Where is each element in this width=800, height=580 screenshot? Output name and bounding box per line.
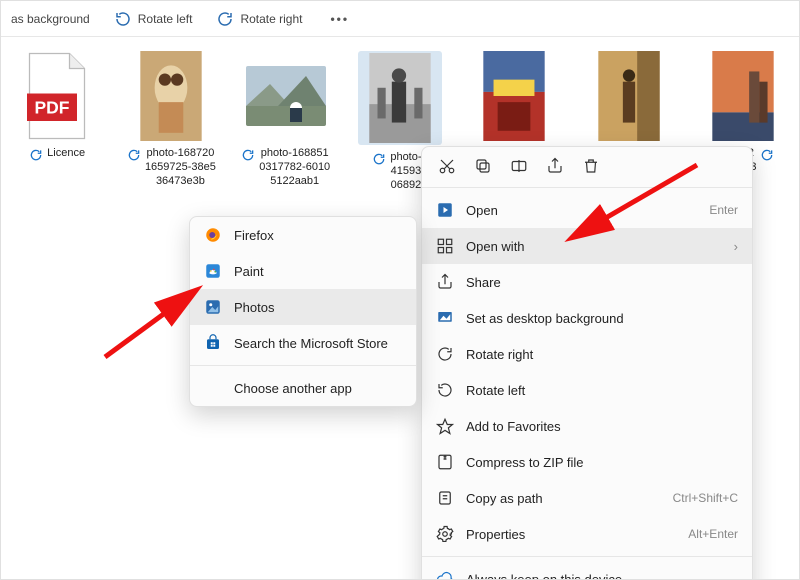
submenu-paint[interactable]: Paint	[190, 253, 416, 289]
paint-icon	[204, 262, 222, 280]
open-with-icon	[436, 237, 454, 255]
svg-text:PDF: PDF	[35, 98, 70, 118]
chevron-right-icon: ›	[734, 239, 738, 254]
submenu-photos[interactable]: Photos	[190, 289, 416, 325]
menu-keep-label: Always keep on this device	[466, 572, 622, 580]
menu-rotate-left[interactable]: Rotate left	[422, 372, 752, 408]
toolbar-set-background[interactable]: as background	[11, 12, 90, 26]
thumbnail-icon	[131, 51, 211, 141]
thumbnail-icon	[589, 51, 669, 141]
menu-zip-label: Compress to ZIP file	[466, 455, 584, 470]
file-pdf[interactable]: PDF Licence	[11, 51, 103, 192]
rotate-left-icon	[114, 10, 132, 28]
star-icon	[436, 417, 454, 435]
cut-icon[interactable]	[438, 157, 456, 175]
firefox-icon	[204, 226, 222, 244]
zip-icon	[436, 453, 454, 471]
toolbar-bg-label: as background	[11, 12, 90, 26]
menu-share[interactable]: Share	[422, 264, 752, 300]
submenu-paint-label: Paint	[234, 264, 264, 279]
submenu-choose-another[interactable]: Choose another app	[190, 370, 416, 406]
sync-icon	[29, 147, 43, 167]
toolbar-rotate-left-label: Rotate left	[138, 12, 193, 26]
thumbnail-icon	[474, 51, 554, 141]
menu-open-with-label: Open with	[466, 239, 525, 254]
cloud-keep-icon	[436, 570, 454, 580]
menu-copy-path[interactable]: Copy as path Ctrl+Shift+C	[422, 480, 752, 516]
blank-icon	[204, 379, 222, 397]
rotate-right-icon	[436, 345, 454, 363]
thumbnail-icon	[703, 51, 783, 141]
menu-open-label: Open	[466, 203, 498, 218]
menu-props-hint: Alt+Enter	[688, 527, 738, 541]
file-label: Licence	[47, 147, 85, 161]
pdf-icon: PDF	[17, 51, 97, 141]
submenu-photos-label: Photos	[234, 300, 274, 315]
menu-rotate-right[interactable]: Rotate right	[422, 336, 752, 372]
menu-copy-path-hint: Ctrl+Shift+C	[673, 491, 738, 505]
file-photo-2[interactable]: photo-168851 0317782-6010 5122aab1	[240, 51, 332, 192]
menu-fav-label: Add to Favorites	[466, 419, 561, 434]
sync-icon	[127, 147, 141, 167]
properties-icon	[436, 525, 454, 543]
sync-icon	[760, 147, 774, 167]
menu-compress-zip[interactable]: Compress to ZIP file	[422, 444, 752, 480]
thumbnail-icon	[246, 51, 326, 141]
file-photo-1[interactable]: photo-168720 1659725-38e5 36473e3b	[125, 51, 217, 192]
submenu-store[interactable]: Search the Microsoft Store	[190, 325, 416, 361]
submenu-store-label: Search the Microsoft Store	[234, 336, 388, 351]
menu-properties[interactable]: Properties Alt+Enter	[422, 516, 752, 552]
menu-set-bg-label: Set as desktop background	[466, 311, 624, 326]
open-icon	[436, 201, 454, 219]
toolbar-rotate-right[interactable]: Rotate right	[216, 10, 302, 28]
menu-open-hint: Enter	[709, 203, 738, 217]
toolbar: as background Rotate left Rotate right •…	[1, 1, 799, 37]
annotation-arrow-1	[101, 281, 211, 364]
menu-share-label: Share	[466, 275, 501, 290]
submenu-firefox-label: Firefox	[234, 228, 274, 243]
copy-path-icon	[436, 489, 454, 507]
thumbnail-icon	[360, 53, 440, 143]
toolbar-more-icon[interactable]: •••	[330, 12, 349, 26]
rotate-left-icon	[436, 381, 454, 399]
submenu-firefox[interactable]: Firefox	[190, 217, 416, 253]
menu-rot-left-label: Rotate left	[466, 383, 525, 398]
open-with-submenu: Firefox Paint Photos Search the Microsof…	[189, 216, 417, 407]
menu-add-favorites[interactable]: Add to Favorites	[422, 408, 752, 444]
submenu-another-label: Choose another app	[234, 381, 352, 396]
toolbar-rotate-right-label: Rotate right	[240, 12, 302, 26]
menu-rot-right-label: Rotate right	[466, 347, 533, 362]
annotation-arrow-2	[561, 161, 701, 254]
file-label: photo-168851 0317782-6010 5122aab1	[259, 147, 330, 188]
share-icon	[436, 273, 454, 291]
toolbar-rotate-left[interactable]: Rotate left	[114, 10, 193, 28]
sync-icon	[241, 147, 255, 167]
rotate-right-icon	[216, 10, 234, 28]
menu-set-background[interactable]: Set as desktop background	[422, 300, 752, 336]
menu-always-keep[interactable]: Always keep on this device	[422, 561, 752, 580]
rename-icon[interactable]	[510, 157, 528, 175]
copy-icon[interactable]	[474, 157, 492, 175]
desktop-bg-icon	[436, 309, 454, 327]
menu-copy-path-label: Copy as path	[466, 491, 543, 506]
sync-icon	[372, 151, 386, 171]
menu-props-label: Properties	[466, 527, 525, 542]
file-label: photo-168720 1659725-38e5 36473e3b	[145, 147, 216, 188]
